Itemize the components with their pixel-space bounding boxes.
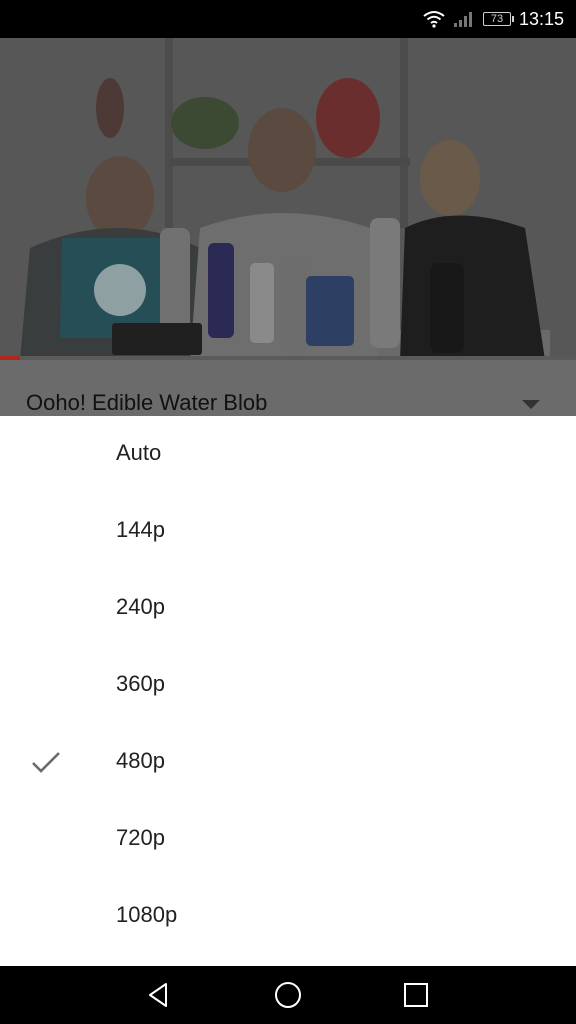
quality-option-label: 720p bbox=[116, 825, 165, 850]
status-icons: 73 13:15 bbox=[423, 0, 564, 38]
status-bar: 73 13:15 bbox=[0, 0, 576, 38]
expand-arrow-icon[interactable] bbox=[522, 400, 540, 409]
quality-option-label: Auto bbox=[116, 440, 162, 465]
recents-icon[interactable] bbox=[401, 980, 431, 1010]
clock: 13:15 bbox=[518, 8, 564, 29]
quality-option-label: 144p bbox=[116, 517, 165, 542]
quality-option-1080p[interactable]: 1080p bbox=[0, 878, 576, 954]
video-title-row[interactable]: Ooho! Edible Water Blob bbox=[0, 360, 576, 416]
check-icon bbox=[32, 752, 60, 773]
quality-option-144p[interactable]: 144p bbox=[0, 493, 576, 569]
video-player[interactable] bbox=[0, 38, 576, 360]
video-frame bbox=[0, 38, 576, 360]
quality-option-label: 360p bbox=[116, 671, 165, 696]
video-title: Ooho! Edible Water Blob bbox=[26, 390, 268, 415]
quality-option-360p[interactable]: 360p bbox=[0, 647, 576, 723]
quality-option-label: 1080p bbox=[116, 902, 178, 927]
quality-option-240p[interactable]: 240p bbox=[0, 570, 576, 646]
signal-icon bbox=[453, 12, 472, 27]
battery-level: 73 bbox=[490, 13, 504, 25]
home-icon[interactable] bbox=[273, 980, 303, 1010]
quality-menu: Auto 144p 240p 360p 480p 720p 1080p bbox=[0, 416, 576, 966]
navigation-bar bbox=[0, 966, 576, 1024]
wifi-icon bbox=[423, 11, 445, 28]
quality-option-label: 240p bbox=[116, 594, 165, 619]
quality-option-label: 480p bbox=[116, 748, 165, 773]
back-icon[interactable] bbox=[144, 980, 174, 1010]
battery-icon: 73 bbox=[482, 12, 514, 26]
quality-option-720p[interactable]: 720p bbox=[0, 801, 576, 877]
quality-option-auto[interactable]: Auto bbox=[0, 416, 576, 492]
quality-option-480p[interactable]: 480p bbox=[0, 724, 576, 800]
